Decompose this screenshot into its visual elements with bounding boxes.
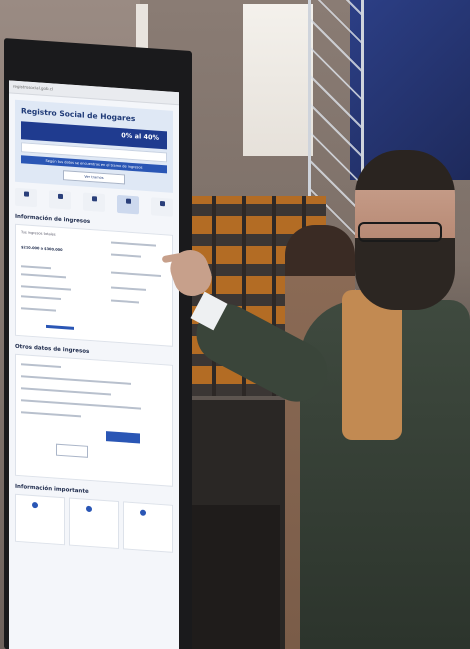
text-line <box>21 265 51 270</box>
text-line <box>111 299 139 304</box>
secondary-action-button[interactable] <box>56 443 88 458</box>
scarf <box>342 290 402 440</box>
home-icon <box>24 191 29 197</box>
other-income-card <box>15 353 173 487</box>
window-light <box>243 4 313 156</box>
money-icon <box>126 198 131 204</box>
tab-inicio[interactable] <box>15 187 37 208</box>
people-icon <box>58 193 63 200</box>
view-tramos-button[interactable]: Ver tramos <box>63 170 125 185</box>
tab-vivienda[interactable] <box>83 192 105 213</box>
text-line <box>111 286 146 291</box>
glasses <box>358 222 442 242</box>
photo-scene: registrosocial.gob.cl Registro Social de… <box>0 0 470 649</box>
text-line <box>111 241 156 247</box>
text-line <box>21 387 111 396</box>
info-icon <box>86 505 92 513</box>
text-line <box>21 363 61 368</box>
house-icon <box>92 196 97 202</box>
info-card[interactable] <box>15 493 65 546</box>
text-line <box>21 399 141 410</box>
text-line <box>21 273 66 279</box>
text-line <box>21 411 81 418</box>
kiosk-screen[interactable]: registrosocial.gob.cl Registro Social de… <box>9 80 179 649</box>
tramo-label: 0% al 40% <box>121 131 159 142</box>
text-line <box>111 253 141 258</box>
info-icon <box>140 509 146 516</box>
primary-action-button[interactable] <box>106 431 140 444</box>
text-line <box>21 307 56 312</box>
tab-bar <box>15 187 173 217</box>
card-title: Tus ingresos totales <box>21 230 56 237</box>
tab-ingresos[interactable] <box>117 194 139 215</box>
dark-box <box>185 505 280 649</box>
more-icon <box>160 200 165 207</box>
info-card[interactable] <box>69 497 119 550</box>
text-line <box>21 295 61 300</box>
card-value: $210.000 a $300.000 <box>21 245 63 253</box>
income-card: Tus ingresos totales $210.000 a $300.000 <box>15 223 173 347</box>
details-link[interactable] <box>46 324 74 330</box>
hero-panel: Registro Social de Hogares 0% al 40% Seg… <box>15 99 173 193</box>
tab-integrantes[interactable] <box>49 190 71 210</box>
info-grid <box>15 493 173 553</box>
text-line <box>111 271 161 277</box>
info-card[interactable] <box>123 501 173 553</box>
text-line <box>21 375 131 385</box>
text-line <box>21 285 71 291</box>
info-icon <box>32 501 38 509</box>
tab-otros[interactable] <box>151 197 173 217</box>
kiosk-display: registrosocial.gob.cl Registro Social de… <box>4 38 192 649</box>
